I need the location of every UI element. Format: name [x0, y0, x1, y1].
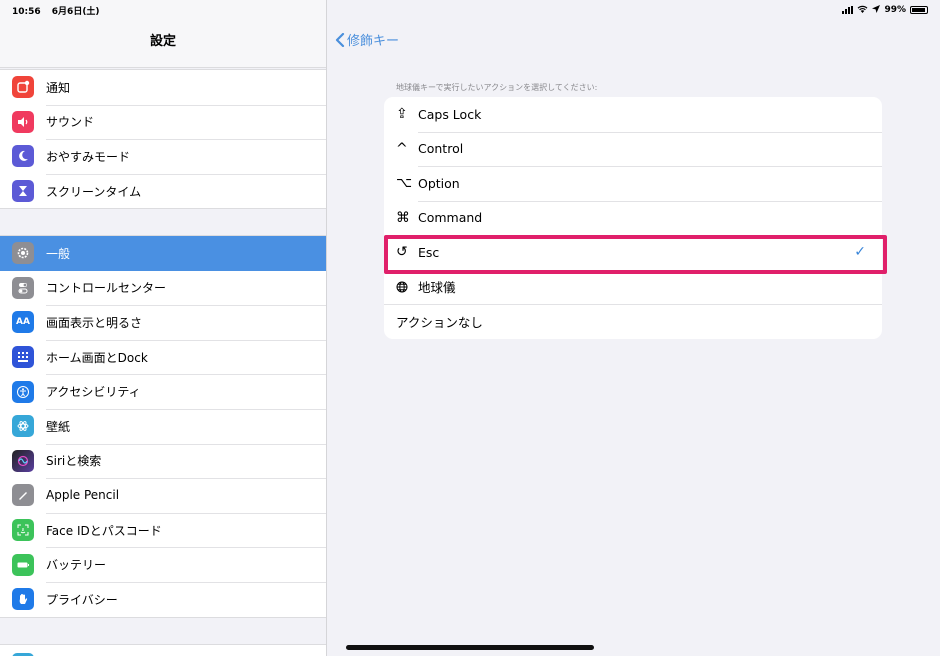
status-time: 10:56 — [12, 6, 41, 17]
gear-icon — [12, 242, 34, 265]
sidebar-group-1: 通知 サウンド おやすみモード スクリーンタイム — [0, 69, 326, 210]
sidebar-item-battery[interactable]: バッテリー — [0, 547, 326, 582]
section-caption: 地球儀キーで実行したいアクションを選択してください: — [396, 83, 598, 92]
wifi-icon — [857, 5, 868, 16]
sidebar-item-label: コントロールセンター — [46, 281, 167, 296]
grid-icon — [12, 346, 34, 369]
flower-icon — [12, 415, 34, 438]
back-label: 修飾キー — [347, 34, 400, 49]
pencil-icon — [12, 484, 34, 507]
battery-percent: 99% — [884, 5, 906, 15]
sidebar-item-notifications[interactable]: 通知 — [0, 70, 326, 105]
settings-sidebar: 設定 通知 サウンド おやすみモード スクリーンタイム 一般 コントロールセンタ… — [0, 0, 327, 656]
sidebar-item-accessibility[interactable]: アクセシビリティ — [0, 374, 326, 409]
sidebar-item-label: 一般 — [46, 246, 71, 261]
sidebar-item-siri-search[interactable]: Siriと検索 — [0, 443, 326, 479]
battery-icon — [12, 553, 34, 576]
sidebar-group-3 — [0, 644, 326, 656]
hourglass-icon — [12, 180, 34, 203]
option-key-icon: ⌥ — [396, 175, 413, 192]
command-icon: ⌘ — [396, 209, 410, 226]
sidebar-item-label: ホーム画面とDock — [46, 350, 148, 365]
control-icon: ^ — [396, 140, 408, 157]
sidebar-item-label: バッテリー — [46, 558, 107, 573]
chevron-left-icon — [335, 32, 345, 47]
caps-lock-icon: ⇪ — [396, 106, 408, 123]
back-button[interactable]: 修飾キー — [335, 30, 399, 49]
option-label: Caps Lock — [418, 106, 482, 122]
sidebar-item-face-id-passcode[interactable]: Face IDとパスコード — [0, 512, 326, 548]
option-control[interactable]: ^ Control — [384, 131, 882, 167]
battery-level-icon — [910, 6, 928, 14]
sidebar-item-control-center[interactable]: コントロールセンター — [0, 271, 326, 306]
toggle-icon — [12, 276, 34, 299]
checkmark-icon: ✓ — [854, 244, 866, 261]
sidebar-item-label: Siriと検索 — [46, 454, 102, 469]
sidebar-title: 設定 — [149, 34, 176, 49]
sidebar-item-label: 壁紙 — [46, 419, 71, 434]
option-option[interactable]: ⌥ Option — [384, 166, 882, 201]
escape-icon: ↺ — [396, 244, 408, 261]
sidebar-item-label: 通知 — [46, 80, 71, 95]
options-list: ⇪ Caps Lock ^ Control ⌥ Option ⌘ Command… — [384, 97, 882, 339]
option-esc[interactable]: ↺ Esc ✓ — [384, 235, 882, 270]
sidebar-item-apple-pencil[interactable]: Apple Pencil — [0, 478, 326, 513]
accessibility-icon — [12, 380, 34, 403]
sidebar-group-2: 一般 コントロールセンター AA 画面表示と明るさ ホーム画面とDock アクセ… — [0, 235, 326, 618]
detail-pane: 修飾キー 地球儀キーで実行したいアクションを選択してください: ⇪ Caps L… — [327, 0, 940, 656]
sidebar-item-sound[interactable]: サウンド — [0, 104, 326, 140]
sidebar-item-label: プライバシー — [46, 592, 118, 607]
sidebar-item-label: Face IDとパスコード — [46, 523, 162, 538]
option-label: Option — [418, 175, 460, 191]
siri-icon — [12, 449, 34, 472]
option-label: Command — [418, 210, 483, 226]
option-label: 地球儀 — [418, 280, 456, 296]
option-label: アクションなし — [396, 314, 483, 330]
notifications-icon — [12, 76, 34, 99]
option-label: Esc — [418, 244, 440, 260]
sidebar-item-home-screen-dock[interactable]: ホーム画面とDock — [0, 339, 326, 375]
status-bar: 10:56 6月6日(土) 99% — [0, 0, 940, 20]
moon-icon — [12, 145, 34, 168]
cellular-signal-icon — [842, 6, 854, 14]
location-icon — [872, 4, 881, 16]
sidebar-item-label: Apple Pencil — [46, 488, 120, 503]
sidebar-item-label: 画面表示と明るさ — [46, 315, 143, 330]
sidebar-item-screen-time[interactable]: スクリーンタイム — [0, 173, 326, 209]
sound-icon — [12, 110, 34, 133]
option-caps-lock[interactable]: ⇪ Caps Lock — [384, 97, 882, 132]
text-size-icon: AA — [12, 311, 34, 334]
sidebar-item-general[interactable]: 一般 — [0, 236, 326, 271]
sidebar-item-label: アクセシビリティ — [46, 385, 141, 400]
sidebar-item-label: サウンド — [46, 115, 95, 130]
option-label: Control — [418, 141, 464, 157]
home-indicator[interactable] — [346, 645, 594, 650]
option-command[interactable]: ⌘ Command — [384, 200, 882, 236]
sidebar-item-next[interactable] — [0, 645, 326, 656]
globe-icon — [396, 281, 418, 293]
option-no-action[interactable]: アクションなし — [384, 304, 882, 339]
sidebar-item-do-not-disturb[interactable]: おやすみモード — [0, 139, 326, 174]
sidebar-item-privacy[interactable]: プライバシー — [0, 581, 326, 617]
sidebar-item-display-brightness[interactable]: AA 画面表示と明るさ — [0, 305, 326, 340]
face-id-icon — [12, 519, 34, 542]
option-globe[interactable]: 地球儀 — [384, 269, 882, 305]
sidebar-item-label: スクリーンタイム — [46, 184, 142, 199]
sidebar-item-label: おやすみモード — [46, 149, 131, 164]
sidebar-item-wallpaper[interactable]: 壁紙 — [0, 408, 326, 444]
hand-icon — [12, 588, 34, 611]
status-date: 6月6日(土) — [51, 6, 100, 17]
